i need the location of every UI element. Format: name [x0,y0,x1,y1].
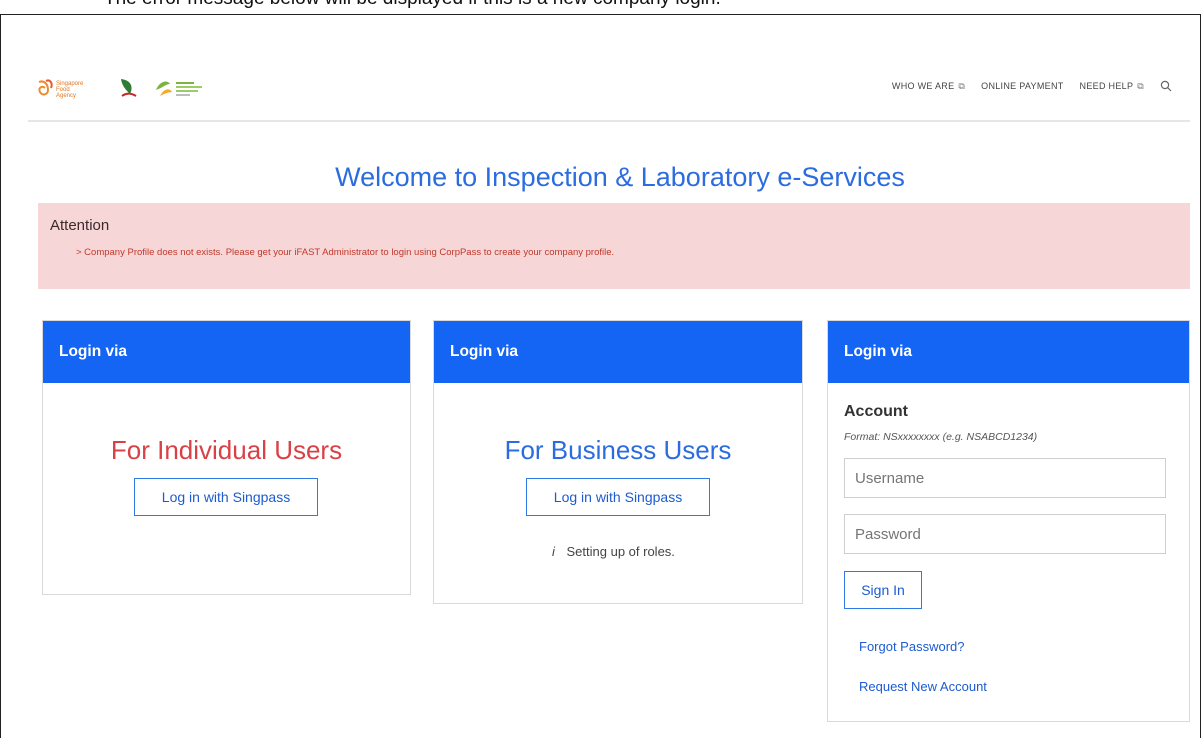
nav-online-payment[interactable]: ONLINE PAYMENT [981,81,1063,91]
business-singpass-login-button[interactable]: Log in with Singpass [526,478,710,516]
nav-need-help[interactable]: NEED HELP ⧉ [1080,81,1144,92]
individual-card-header: Login via [43,321,410,383]
forgot-password-link[interactable]: Forgot Password? [859,639,965,654]
nav-who-we-are[interactable]: WHO WE ARE ⧉ [892,81,965,92]
search-icon[interactable] [1160,80,1172,92]
singapore-food-agency-logo[interactable]: Singapore Food Agency [36,76,102,100]
account-card-header: Login via [828,321,1189,383]
account-format-hint: Format: NSxxxxxxxx (e.g. NSABCD1234) [844,431,1038,443]
individual-users-title: For Individual Users [110,435,343,465]
top-nav: WHO WE ARE ⧉ ONLINE PAYMENT NEED HELP ⧉ [892,80,1172,92]
info-icon: i [552,544,555,559]
individual-login-card: Login via For Individual Users Log in wi… [42,320,411,595]
business-users-title: For Business Users [504,435,732,465]
business-login-card: Login via For Business Users Log in with… [433,320,803,604]
nav-need-help-label: NEED HELP [1079,81,1134,91]
partner-logo-2[interactable] [116,76,140,100]
alert-title: Attention [50,217,110,234]
alert-message: > Company Profile does not exists. Pleas… [76,247,615,258]
logo-group: Singapore Food Agency [36,76,214,100]
nav-who-we-are-label: WHO WE ARE [891,81,955,91]
account-title: Account [844,403,908,420]
password-field[interactable] [844,514,1166,554]
sign-in-button[interactable]: Sign In [844,571,922,609]
roles-note-text: Setting up of roles. [566,544,675,559]
animal-veterinary-service-logo[interactable] [154,76,214,100]
caption: The error message below will be displaye… [104,0,721,10]
individual-singpass-login-button[interactable]: Log in with Singpass [134,478,318,516]
account-login-card: Login via Account Format: NSxxxxxxxx (e.… [827,320,1190,722]
page-title: Welcome to Inspection & Laboratory e-Ser… [335,162,905,192]
external-link-icon: ⧉ [958,80,966,91]
business-card-header: Login via [434,321,802,383]
attention-alert: Attention > Company Profile does not exi… [38,203,1190,289]
site-header: Singapore Food Agency WHO WE ARE ⧉ ONLIN… [28,62,1190,122]
nav-online-payment-label: ONLINE PAYMENT [981,81,1064,91]
request-new-account-link[interactable]: Request New Account [859,679,987,694]
roles-note[interactable]: i Setting up of roles. [552,544,675,559]
external-link-icon: ⧉ [1137,80,1144,91]
svg-text:Agency: Agency [56,93,76,99]
username-field[interactable] [844,458,1166,498]
